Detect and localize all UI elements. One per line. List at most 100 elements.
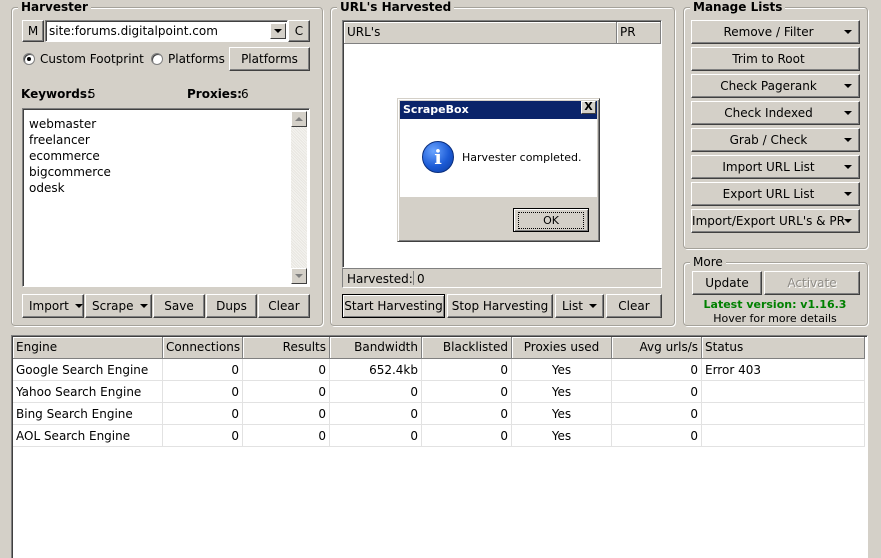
table-cell: 0: [612, 381, 702, 403]
custom-footprint-label: Custom Footprint: [40, 52, 144, 66]
dropdown-arrow-icon: [844, 84, 852, 88]
footprint-combobox[interactable]: site:forums.digitalpoint.com: [45, 20, 288, 42]
custom-footprint-radio[interactable]: [23, 53, 35, 65]
table-cell: 0: [243, 403, 330, 425]
ok-button[interactable]: OK: [513, 208, 589, 232]
dialog-body: i Harvester completed.: [400, 119, 597, 197]
dialog-title: ScrapeBox: [400, 101, 597, 119]
keyword-item: bigcommerce: [29, 165, 111, 179]
table-cell: 0: [330, 403, 422, 425]
table-cell: 0: [330, 425, 422, 447]
remove-filter-button[interactable]: Remove / Filter: [691, 20, 860, 44]
chevron-down-icon[interactable]: [270, 23, 286, 39]
col-header[interactable]: Connections: [163, 337, 243, 359]
table-cell: Yes: [512, 381, 612, 403]
status-divider: [413, 271, 414, 285]
platforms-button[interactable]: Platforms: [229, 47, 310, 71]
platforms-radio[interactable]: [151, 53, 163, 65]
table-cell: Google Search Engine: [13, 359, 163, 381]
manage-button-label: Grab / Check: [729, 133, 808, 147]
check-pagerank-button[interactable]: Check Pagerank: [691, 74, 860, 98]
stop-harvesting-button[interactable]: Stop Harvesting: [447, 294, 553, 318]
table-cell: 652.4kb: [330, 359, 422, 381]
dropdown-arrow-icon: [844, 165, 852, 169]
keywords-textarea[interactable]: webmaster freelancer ecommerce bigcommer…: [22, 108, 310, 287]
table-cell: 0: [330, 381, 422, 403]
keywords-count: 5: [88, 87, 96, 101]
col-header[interactable]: Proxies used: [512, 337, 612, 359]
col-header[interactable]: Engine: [13, 337, 163, 359]
table-cell: 0: [422, 381, 512, 403]
table-cell: 0: [163, 425, 243, 447]
scrapebox-dialog: ScrapeBox X i Harvester completed. OK: [397, 98, 600, 242]
scroll-down-icon[interactable]: [291, 268, 307, 284]
trim-to-root-button[interactable]: Trim to Root: [691, 47, 860, 71]
table-cell: Yes: [512, 403, 612, 425]
col-pr-header[interactable]: PR: [617, 22, 661, 44]
table-cell: 0: [612, 403, 702, 425]
harvester-title: Harvester: [18, 0, 91, 14]
clear-keywords-button[interactable]: Clear: [258, 294, 310, 318]
table-cell: Yes: [512, 425, 612, 447]
urls-title: URL's Harvested: [337, 0, 455, 14]
start-harvesting-button[interactable]: Start Harvesting: [342, 294, 445, 318]
table-cell: 0: [243, 425, 330, 447]
more-title: More: [690, 255, 726, 269]
save-button[interactable]: Save: [153, 294, 205, 318]
keywords-scrollbar[interactable]: [291, 111, 307, 284]
harvested-status-bar: Harvested: 0: [342, 268, 662, 288]
check-indexed-button[interactable]: Check Indexed: [691, 101, 860, 125]
table-cell: Error 403: [702, 359, 865, 381]
col-urls-header[interactable]: URL's: [344, 22, 617, 44]
dropdown-arrow-icon: [74, 304, 83, 308]
ok-label: OK: [518, 211, 584, 229]
dropdown-arrow-icon: [588, 304, 597, 308]
activate-button[interactable]: Activate: [764, 271, 860, 295]
list-button[interactable]: List: [555, 294, 604, 318]
table-cell: [702, 403, 865, 425]
import-button[interactable]: Import: [22, 294, 84, 318]
table-cell: Bing Search Engine: [13, 403, 163, 425]
engines-table[interactable]: Engine Connections Results Bandwidth Blackli…: [11, 335, 868, 558]
col-header[interactable]: Results: [243, 337, 330, 359]
keyword-list: webmaster freelancer ecommerce bigcommer…: [29, 116, 111, 196]
table-cell: [702, 425, 865, 447]
close-icon[interactable]: X: [581, 101, 596, 114]
export-url-list-button[interactable]: Export URL List: [691, 182, 860, 206]
dropdown-arrow-icon: [139, 304, 148, 308]
grab-check-button[interactable]: Grab / Check: [691, 128, 860, 152]
update-button[interactable]: Update: [692, 271, 762, 295]
manage-button-label: Export URL List: [722, 187, 815, 201]
dups-button[interactable]: Dups: [206, 294, 257, 318]
manage-button-label: Check Indexed: [724, 106, 813, 120]
scrape-button[interactable]: Scrape: [85, 294, 152, 318]
keyword-item: webmaster: [29, 117, 97, 131]
m-button[interactable]: M: [22, 20, 44, 42]
table-cell: [702, 381, 865, 403]
col-header[interactable]: Bandwidth: [330, 337, 422, 359]
manage-button-label: Remove / Filter: [723, 25, 814, 39]
harvested-count: 0: [417, 272, 425, 286]
col-header[interactable]: Avg urls/s: [612, 337, 702, 359]
scroll-up-icon[interactable]: [291, 111, 307, 127]
col-header[interactable]: Blacklisted: [422, 337, 512, 359]
proxies-count: 6: [241, 87, 249, 101]
table-cell: 0: [612, 359, 702, 381]
hover-details-text[interactable]: Hover for more details: [690, 312, 860, 325]
dialog-message: Harvester completed.: [462, 151, 582, 164]
table-cell: Yes: [512, 359, 612, 381]
c-button[interactable]: C: [288, 20, 310, 42]
import-url-list-button[interactable]: Import URL List: [691, 155, 860, 179]
dropdown-arrow-icon: [844, 30, 852, 34]
info-icon: i: [422, 141, 454, 173]
dropdown-arrow-icon: [844, 219, 852, 223]
col-header[interactable]: Status: [702, 337, 865, 359]
manage-button-label: Check Pagerank: [720, 79, 817, 93]
table-cell: 0: [163, 403, 243, 425]
table-cell: 0: [243, 359, 330, 381]
import-export-urls-pr-button[interactable]: Import/Export URL's & PR: [691, 209, 860, 233]
platforms-radio-label: Platforms: [168, 52, 225, 66]
table-cell: 0: [422, 359, 512, 381]
clear-urls-button[interactable]: Clear: [606, 294, 662, 318]
table-cell: Yahoo Search Engine: [13, 381, 163, 403]
